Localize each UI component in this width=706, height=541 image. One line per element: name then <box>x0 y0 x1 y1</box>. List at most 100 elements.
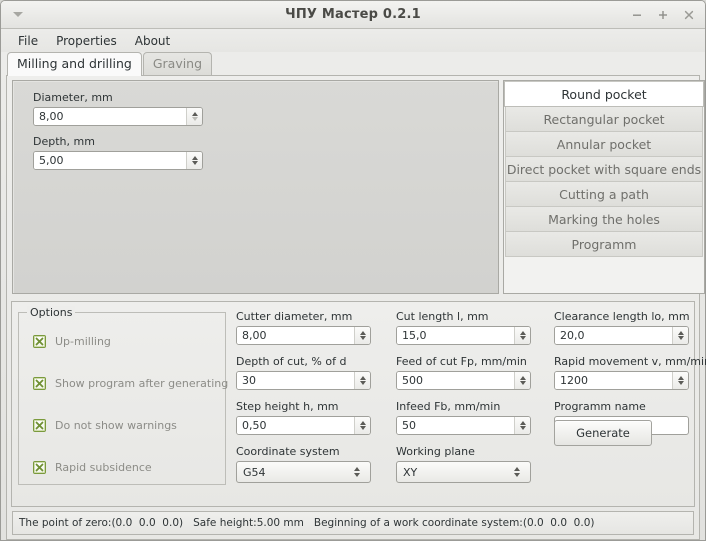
arrow-down-icon[interactable] <box>359 381 366 385</box>
infeed-value[interactable]: 50 <box>397 417 514 434</box>
arrow-up-icon[interactable] <box>191 112 198 116</box>
infeed-spinner[interactable]: 50 <box>396 416 531 435</box>
arrow-down-icon[interactable] <box>514 473 520 477</box>
feed-of-cut-value[interactable]: 500 <box>397 372 514 389</box>
clearance-length-value[interactable]: 20,0 <box>555 327 672 344</box>
checkbox-row-rapid-subsidence[interactable]: Rapid subsidence <box>33 461 228 474</box>
cutter-diameter-spinner-arrows[interactable] <box>354 327 370 344</box>
field-feed-of-cut: Feed of cut Fp, mm/min 500 <box>396 355 531 390</box>
arrow-up-icon[interactable] <box>359 421 366 425</box>
arrow-up-icon[interactable] <box>359 376 366 380</box>
cutter-diameter-spinner[interactable]: 8,00 <box>236 326 371 345</box>
list-item-programm[interactable]: Programm <box>505 232 703 257</box>
checkbox-rapid-subsidence[interactable] <box>33 461 46 474</box>
coordinate-system-value[interactable]: G54 <box>237 462 348 482</box>
maximize-button[interactable] <box>655 7 671 23</box>
feed-of-cut-spinner-arrows[interactable] <box>514 372 530 389</box>
checkbox-row-up-milling[interactable]: Up-milling <box>33 335 228 348</box>
depth-spinner[interactable]: 5,00 <box>33 151 203 170</box>
list-item-annular-pocket[interactable]: Annular pocket <box>505 132 703 157</box>
clearance-length-spinner-arrows[interactable] <box>672 327 688 344</box>
arrow-up-icon[interactable] <box>677 331 684 335</box>
depth-of-cut-spinner-arrows[interactable] <box>354 372 370 389</box>
list-item-rectangular-pocket[interactable]: Rectangular pocket <box>505 107 703 132</box>
field-working-plane: Working plane XY <box>396 445 531 483</box>
arrow-up-icon[interactable] <box>677 376 684 380</box>
menu-item-about[interactable]: About <box>126 32 179 50</box>
infeed-spinner-arrows[interactable] <box>514 417 530 434</box>
arrow-down-icon[interactable] <box>359 426 366 430</box>
rapid-movement-spinner[interactable]: 1200 <box>554 371 689 390</box>
checkbox-show-program-after-generating[interactable] <box>33 377 46 390</box>
arrow-down-icon[interactable] <box>191 117 198 121</box>
step-height-value[interactable]: 0,50 <box>237 417 354 434</box>
checkbox-do-not-show-warnings[interactable] <box>33 419 46 432</box>
depth-value[interactable]: 5,00 <box>34 152 186 169</box>
arrow-up-icon[interactable] <box>191 156 198 160</box>
options-title: Options <box>27 306 76 319</box>
cutter-diameter-value[interactable]: 8,00 <box>237 327 354 344</box>
menu-bar: File Properties About <box>1 29 705 52</box>
options-groupbox: Options Up-milling Show program after ge… <box>18 306 228 485</box>
cut-length-spinner[interactable]: 15,0 <box>396 326 531 345</box>
checkbox-row-do-not-show-warnings[interactable]: Do not show warnings <box>33 419 228 432</box>
diameter-label: Diameter, mm <box>33 91 113 104</box>
rapid-movement-value[interactable]: 1200 <box>555 372 672 389</box>
working-plane-combo-arrows[interactable] <box>508 462 530 482</box>
checkbox-row-show-program-after-generating[interactable]: Show program after generating <box>33 377 228 390</box>
arrow-down-icon[interactable] <box>677 381 684 385</box>
list-item-direct-pocket-with-square-ends[interactable]: Direct pocket with square ends <box>505 157 703 182</box>
step-height-spinner[interactable]: 0,50 <box>236 416 371 435</box>
diameter-spinner-arrows[interactable] <box>186 108 202 125</box>
arrow-up-icon[interactable] <box>514 467 520 471</box>
working-plane-combo[interactable]: XY <box>396 461 531 483</box>
arrow-down-icon[interactable] <box>354 473 360 477</box>
diameter-value[interactable]: 8,00 <box>34 108 186 125</box>
feed-of-cut-spinner[interactable]: 500 <box>396 371 531 390</box>
depth-spinner-arrows[interactable] <box>186 152 202 169</box>
arrow-up-icon[interactable] <box>519 376 526 380</box>
cut-length-label: Cut length l, mm <box>396 310 489 323</box>
arrow-down-icon[interactable] <box>519 381 526 385</box>
list-item-marking-the-holes[interactable]: Marking the holes <box>505 207 703 232</box>
minimize-button[interactable] <box>629 7 645 23</box>
close-icon <box>684 10 694 19</box>
arrow-down-icon[interactable] <box>519 336 526 340</box>
close-button[interactable] <box>681 7 697 23</box>
arrow-down-icon[interactable] <box>677 336 684 340</box>
working-plane-value[interactable]: XY <box>397 462 508 482</box>
depth-of-cut-spinner[interactable]: 30 <box>236 371 371 390</box>
check-x-icon <box>35 421 44 430</box>
arrow-down-icon[interactable] <box>191 161 198 165</box>
cut-length-spinner-arrows[interactable] <box>514 327 530 344</box>
tab-graving[interactable]: Graving <box>142 52 213 75</box>
checkbox-up-milling[interactable] <box>33 335 46 348</box>
diameter-spinner[interactable]: 8,00 <box>33 107 203 126</box>
depth-of-cut-value[interactable]: 30 <box>237 372 354 389</box>
list-item-cutting-a-path[interactable]: Cutting a path <box>505 182 703 207</box>
list-item-round-pocket[interactable]: Round pocket <box>504 81 704 107</box>
arrow-down-icon[interactable] <box>359 336 366 340</box>
coordinate-system-combo[interactable]: G54 <box>236 461 371 483</box>
generate-button[interactable]: Generate <box>554 420 652 446</box>
window-menu-button[interactable] <box>5 4 31 26</box>
arrow-up-icon[interactable] <box>519 331 526 335</box>
arrow-up-icon[interactable] <box>519 421 526 425</box>
step-height-spinner-arrows[interactable] <box>354 417 370 434</box>
arrow-up-icon[interactable] <box>354 467 360 471</box>
options-checkbox-list: Up-milling Show program after generating <box>33 335 228 474</box>
menu-item-properties[interactable]: Properties <box>47 32 126 50</box>
field-infeed: Infeed Fb, mm/min 50 <box>396 400 531 435</box>
clearance-length-spinner[interactable]: 20,0 <box>554 326 689 345</box>
arrow-up-icon[interactable] <box>359 331 366 335</box>
rapid-movement-spinner-arrows[interactable] <box>672 372 688 389</box>
checkbox-label-up-milling: Up-milling <box>55 335 111 348</box>
tab-strip: Milling and drilling Graving <box>1 52 705 76</box>
cut-length-value[interactable]: 15,0 <box>397 327 514 344</box>
tab-milling-and-drilling[interactable]: Milling and drilling <box>7 52 142 76</box>
menu-item-file[interactable]: File <box>9 32 47 50</box>
arrow-down-icon[interactable] <box>519 426 526 430</box>
feed-of-cut-label: Feed of cut Fp, mm/min <box>396 355 527 368</box>
operation-list: Round pocket Rectangular pocket Annular … <box>503 80 705 294</box>
coordinate-system-combo-arrows[interactable] <box>348 462 370 482</box>
